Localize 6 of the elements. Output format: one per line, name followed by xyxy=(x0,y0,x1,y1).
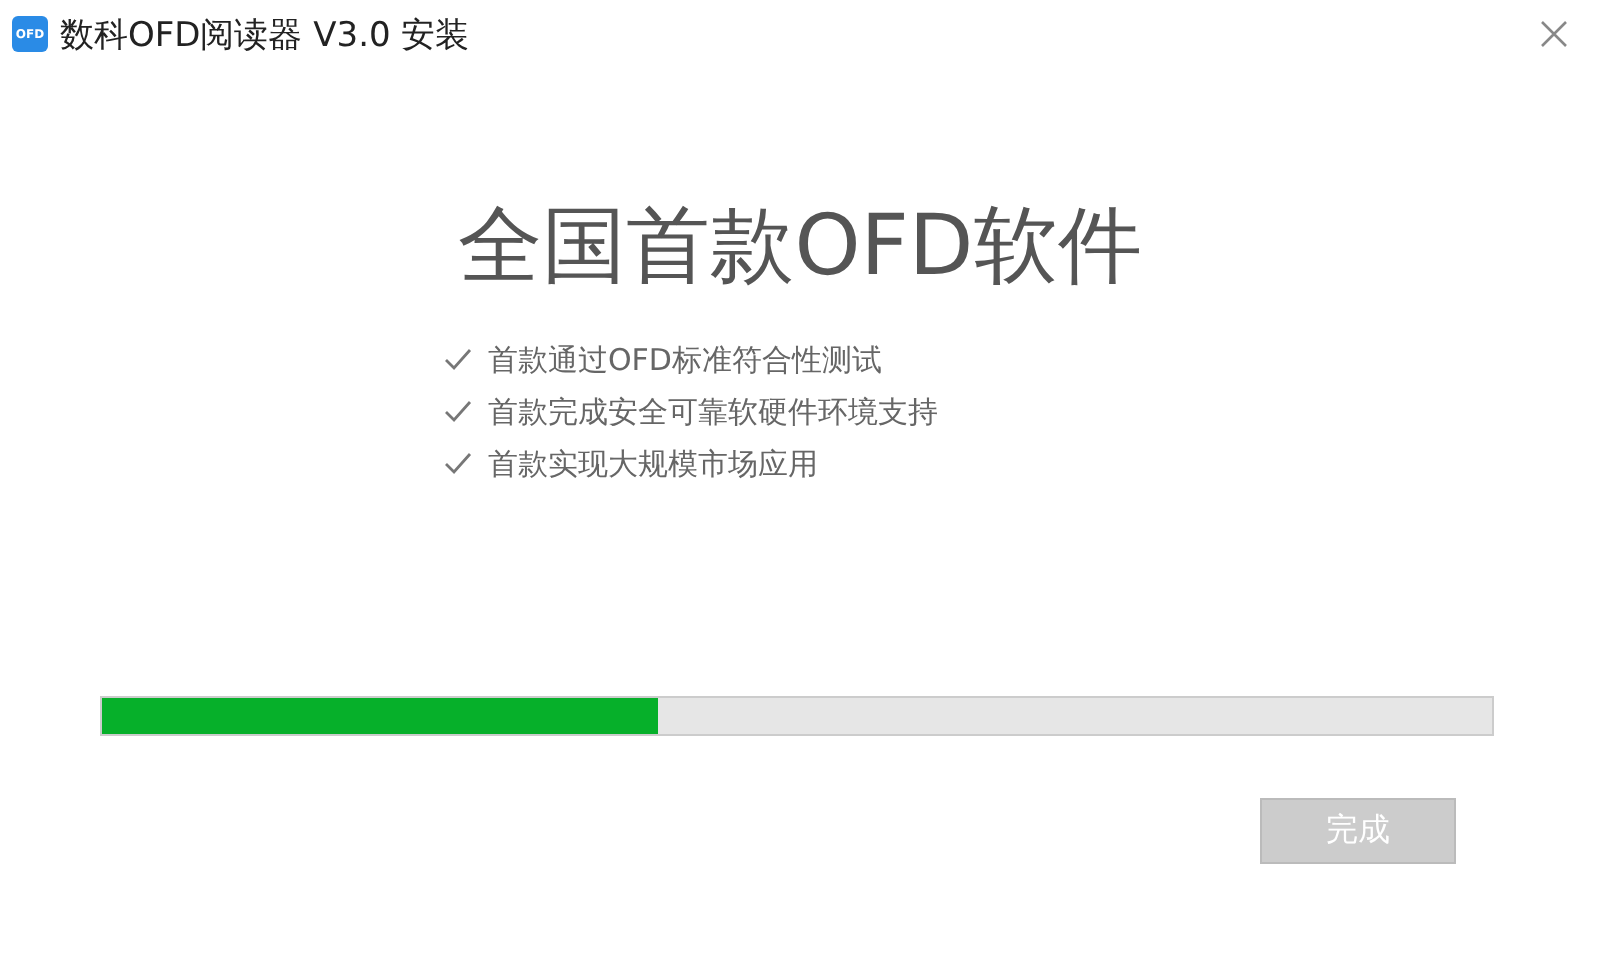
headline: 全国首款OFD软件 xyxy=(456,196,1144,297)
feature-text: 首款完成安全可靠软硬件环境支持 xyxy=(488,393,938,432)
feature-text: 首款通过OFD标准符合性测试 xyxy=(488,341,882,380)
feature-text: 首款实现大规模市场应用 xyxy=(488,445,818,484)
close-icon[interactable] xyxy=(1540,20,1568,48)
window-title: 数科OFD阅读器 V3.0 安装 xyxy=(60,13,470,57)
